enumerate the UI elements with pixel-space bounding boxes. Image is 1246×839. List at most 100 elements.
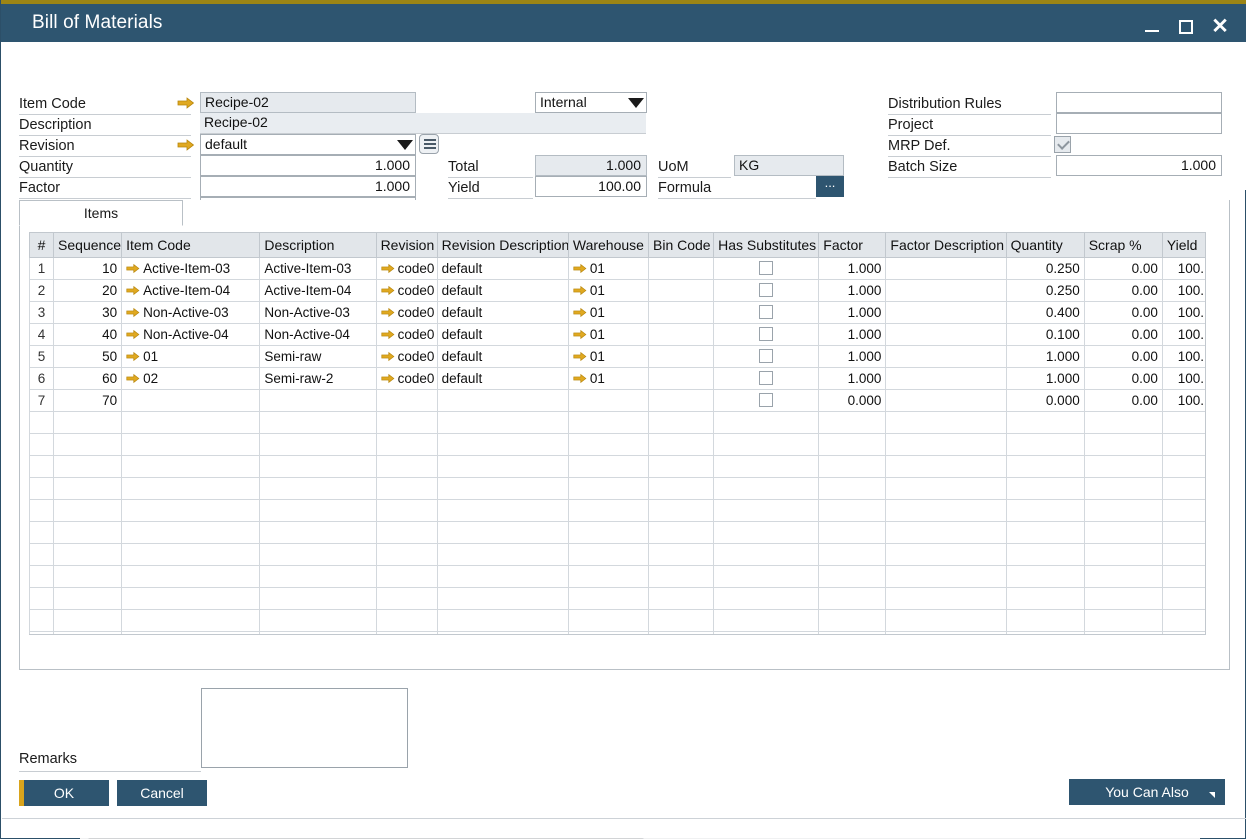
cell-revision[interactable] (376, 632, 437, 636)
cell-item-code[interactable]: 01 (122, 346, 260, 368)
cell-sequence[interactable]: 60 (54, 368, 122, 390)
table-row-empty[interactable] (30, 632, 1207, 636)
cell-scrap-pct[interactable]: 0.00 (1084, 324, 1162, 346)
cell-has-substitutes[interactable] (714, 368, 819, 390)
cell-yield[interactable] (1162, 544, 1206, 566)
cell-bin-code[interactable] (649, 368, 714, 390)
cell-quantity[interactable]: 0.400 (1006, 302, 1084, 324)
cell-yield[interactable]: 100. (1162, 302, 1206, 324)
cell-revision-description[interactable]: default (437, 324, 568, 346)
cell-item-code[interactable] (122, 390, 260, 412)
distribution-rules-field[interactable] (1056, 92, 1222, 113)
cell-scrap-pct[interactable] (1084, 566, 1162, 588)
cell-quantity[interactable] (1006, 456, 1084, 478)
cell-item-code[interactable] (122, 434, 260, 456)
revision-chevron-down-icon[interactable] (397, 140, 413, 150)
cell-sequence[interactable] (54, 478, 122, 500)
col-item-code[interactable]: Item Code (122, 233, 260, 258)
cell-scrap-pct[interactable]: 0.00 (1084, 258, 1162, 280)
cell-warehouse[interactable]: 01 (568, 346, 648, 368)
cell-warehouse[interactable] (568, 478, 648, 500)
cell-item-code[interactable]: Active-Item-03 (122, 258, 260, 280)
cell-description[interactable] (260, 390, 376, 412)
table-row-empty[interactable] (30, 412, 1207, 434)
table-row-empty[interactable] (30, 522, 1207, 544)
tab-items[interactable]: Items (19, 200, 183, 226)
cell-quantity[interactable] (1006, 478, 1084, 500)
col-factor-description[interactable]: Factor Description (886, 233, 1006, 258)
cell-quantity[interactable]: 0.000 (1006, 390, 1084, 412)
table-row-empty[interactable] (30, 566, 1207, 588)
type-chevron-down-icon[interactable] (628, 98, 644, 108)
cell-revision-description[interactable] (437, 478, 568, 500)
cell-warehouse[interactable] (568, 390, 648, 412)
row-index[interactable]: 4 (30, 324, 54, 346)
table-row-empty[interactable] (30, 478, 1207, 500)
cell-yield[interactable]: 100. (1162, 324, 1206, 346)
cell-warehouse[interactable]: 01 (568, 302, 648, 324)
has-substitutes-checkbox[interactable] (759, 305, 773, 319)
cell-yield[interactable]: 100. (1162, 280, 1206, 302)
cell-yield[interactable] (1162, 456, 1206, 478)
cell-description[interactable] (260, 456, 376, 478)
cell-factor[interactable] (819, 412, 886, 434)
cell-bin-code[interactable] (649, 566, 714, 588)
cell-bin-code[interactable] (649, 610, 714, 632)
cell-factor-description[interactable] (886, 324, 1006, 346)
cell-factor-description[interactable] (886, 434, 1006, 456)
col-bin-code[interactable]: Bin Code (649, 233, 714, 258)
project-field[interactable] (1056, 113, 1222, 134)
cell-yield[interactable] (1162, 632, 1206, 636)
cell-item-code[interactable] (122, 456, 260, 478)
formula-browse-button[interactable]: ... (816, 176, 844, 197)
cell-bin-code[interactable] (649, 280, 714, 302)
cell-factor-description[interactable] (886, 478, 1006, 500)
cell-factor[interactable] (819, 456, 886, 478)
cell-yield[interactable]: 100. (1162, 368, 1206, 390)
yield-field[interactable]: 100.00 (535, 176, 647, 197)
has-substitutes-checkbox[interactable] (759, 283, 773, 297)
cell-description[interactable]: Non-Active-04 (260, 324, 376, 346)
cell-factor-description[interactable] (886, 500, 1006, 522)
cell-has-substitutes[interactable] (714, 390, 819, 412)
col-scrap-pct[interactable]: Scrap % (1084, 233, 1162, 258)
cell-warehouse[interactable] (568, 588, 648, 610)
cell-revision-description[interactable] (437, 500, 568, 522)
row-index[interactable] (30, 544, 54, 566)
col-index[interactable]: # (30, 233, 54, 258)
has-substitutes-checkbox[interactable] (759, 327, 773, 341)
cell-description[interactable] (260, 412, 376, 434)
row-index[interactable] (30, 588, 54, 610)
table-row-empty[interactable] (30, 610, 1207, 632)
col-quantity[interactable]: Quantity (1006, 233, 1084, 258)
table-row-empty[interactable] (30, 500, 1207, 522)
cell-revision[interactable] (376, 588, 437, 610)
cell-item-code[interactable] (122, 632, 260, 636)
cell-has-substitutes[interactable] (714, 566, 819, 588)
cell-yield[interactable] (1162, 522, 1206, 544)
row-link-arrow-icon[interactable] (573, 284, 587, 299)
cell-scrap-pct[interactable] (1084, 610, 1162, 632)
cell-factor[interactable] (819, 522, 886, 544)
cell-quantity[interactable]: 1.000 (1006, 346, 1084, 368)
cell-revision[interactable] (376, 478, 437, 500)
cell-factor-description[interactable] (886, 258, 1006, 280)
cell-factor-description[interactable] (886, 632, 1006, 636)
cell-factor[interactable] (819, 500, 886, 522)
cell-yield[interactable]: 100. (1162, 258, 1206, 280)
cell-bin-code[interactable] (649, 478, 714, 500)
cell-revision-description[interactable] (437, 610, 568, 632)
cell-scrap-pct[interactable] (1084, 500, 1162, 522)
cell-bin-code[interactable] (649, 302, 714, 324)
cell-quantity[interactable] (1006, 412, 1084, 434)
cell-revision[interactable] (376, 522, 437, 544)
cell-yield[interactable]: 100. (1162, 390, 1206, 412)
cell-has-substitutes[interactable] (714, 632, 819, 636)
cell-sequence[interactable] (54, 566, 122, 588)
cell-scrap-pct[interactable] (1084, 434, 1162, 456)
row-link-arrow-icon[interactable] (381, 328, 395, 343)
cell-revision[interactable] (376, 390, 437, 412)
cell-item-code[interactable]: Non-Active-04 (122, 324, 260, 346)
table-row-empty[interactable] (30, 434, 1207, 456)
cell-yield[interactable] (1162, 500, 1206, 522)
